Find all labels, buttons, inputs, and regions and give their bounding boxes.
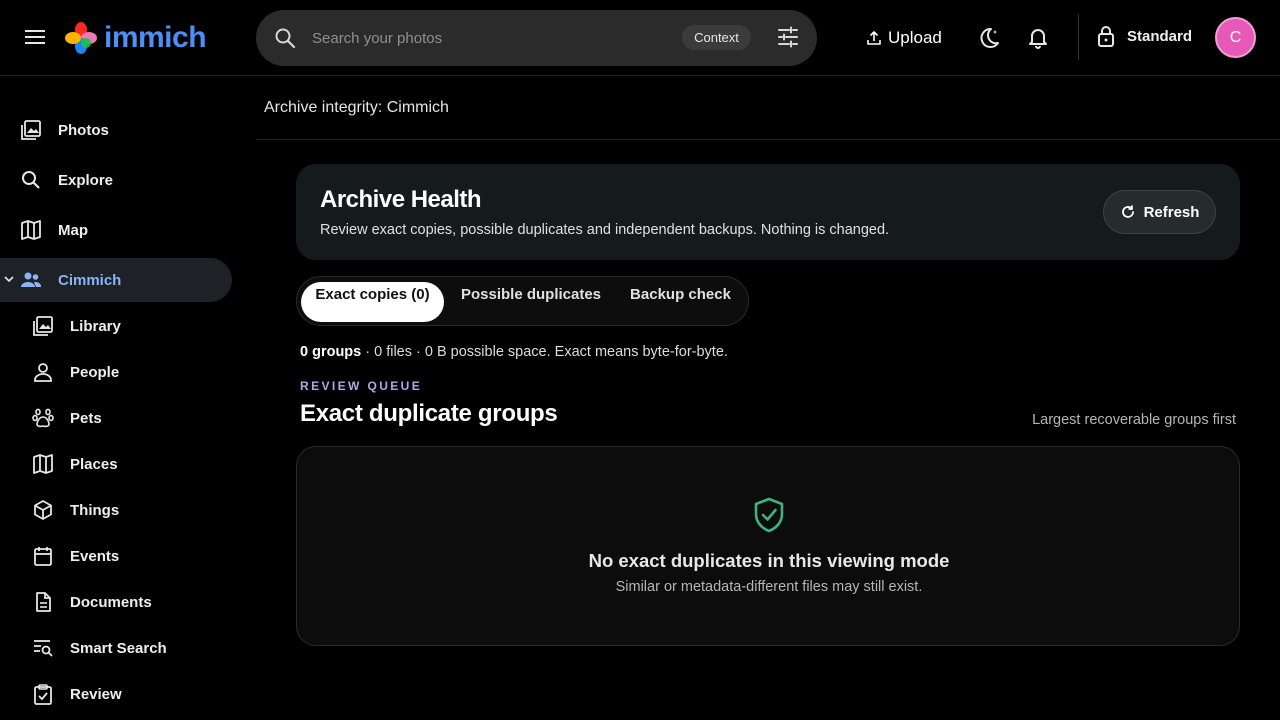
sidebar-item-label: Pets [70,409,102,427]
document-icon [36,592,51,612]
upload-button[interactable]: Upload [866,24,942,52]
refresh-button[interactable]: Refresh [1103,190,1216,234]
search-bar[interactable]: Context [256,10,817,66]
tab-bar: Exact copies (0) Possible duplicates Bac… [296,276,749,326]
sidebar-item-label: Places [70,455,118,473]
sidebar-item-label: Events [70,547,120,565]
cube-icon [34,500,52,520]
tab-backup-check[interactable]: Backup check [617,282,744,322]
immich-logo-icon [65,22,97,54]
sidebar-item-label: Explore [58,171,114,189]
sidebar-item-smart-search[interactable]: Smart Search [0,626,232,670]
sidebar-item-label: Review [70,685,122,703]
sidebar-item-label: Cimmich [58,271,122,289]
sidebar-item-label: People [70,363,120,381]
empty-state-title: No exact duplicates in this viewing mode [588,550,950,571]
sidebar-item-label: Library [70,317,121,335]
sidebar-item-places[interactable]: Places [0,442,232,486]
empty-state-subtitle: Similar or metadata-different files may … [615,579,923,595]
app-name: immich [104,21,207,54]
main-content: Archive integrity: Cimmich Archive Healt… [256,77,1280,720]
upload-label: Upload [888,28,942,47]
upload-icon [867,31,881,45]
stats-detail: · 0 files · 0 B possible space. Exact me… [361,344,728,360]
sidebar-item-events[interactable]: Events [0,534,232,578]
page-header: Archive integrity: Cimmich [256,77,1280,140]
sidebar-item-explore[interactable]: Explore [0,158,232,202]
theme-toggle-icon[interactable] [977,26,1001,50]
empty-state-card: No exact duplicates in this viewing mode… [296,446,1240,646]
sidebar-item-library[interactable]: Library [0,304,232,348]
sidebar-item-map[interactable]: Map [0,208,232,252]
search-icon [22,171,40,189]
clipboard-check-icon [34,684,52,705]
search-input[interactable] [312,26,672,50]
sidebar-item-label: Photos [58,121,109,139]
section-eyebrow: REVIEW QUEUE [300,379,423,393]
context-toggle[interactable]: Context [682,25,751,50]
map-icon [21,220,41,240]
sidebar-item-pets[interactable]: Pets [0,396,232,440]
notifications-icon[interactable] [1026,26,1050,50]
refresh-icon [1121,205,1134,218]
viewing-mode-label: Standard [1127,27,1193,45]
menu-icon[interactable] [24,26,46,48]
group-count: 0 groups [300,344,362,360]
filter-options-icon[interactable] [777,26,799,48]
tab-possible-duplicates[interactable]: Possible duplicates [453,282,609,322]
archive-health-card: Archive Health Review exact copies, poss… [296,164,1240,260]
sidebar-item-people[interactable]: People [0,350,232,394]
chevron-down-icon[interactable] [4,274,14,284]
archive-health-subtitle: Review exact copies, possible duplicates… [320,222,890,238]
sidebar-item-photos[interactable]: Photos [0,108,232,152]
person-icon [34,363,52,382]
header-divider [1078,14,1079,60]
refresh-label: Refresh [1143,203,1200,221]
library-icon [33,316,53,336]
paw-icon [32,408,54,428]
sidebar-item-label: Map [58,221,88,239]
sidebar-item-label: Documents [70,593,152,611]
page-title: Archive integrity: Cimmich [264,99,449,116]
lock-icon [1098,26,1114,47]
sidebar-item-things[interactable]: Things [0,488,232,532]
user-avatar[interactable]: C [1215,17,1256,58]
tab-exact-copies[interactable]: Exact copies (0) [301,282,444,322]
sidebar: Photos Explore Map Cimmich Library Peopl… [0,77,256,720]
sidebar-item-cimmich[interactable]: Cimmich [0,258,232,302]
sidebar-item-review[interactable]: Review [0,672,232,716]
map-icon [33,454,53,474]
sidebar-item-documents[interactable]: Documents [0,580,232,624]
shield-check-icon [754,497,784,533]
smart-search-icon [34,640,53,657]
calendar-icon [34,547,52,566]
photos-icon [21,120,41,140]
search-icon[interactable] [274,27,296,49]
sort-note: Largest recoverable groups first [1032,412,1236,428]
app-logo[interactable]: immich [64,20,207,56]
duplicate-stats: 0 groups · 0 files · 0 B possible space.… [300,344,728,360]
sidebar-item-label: Smart Search [70,639,167,657]
archive-health-title: Archive Health [320,186,482,213]
top-bar: immich Context Upload [0,0,1280,76]
section-title: Exact duplicate groups [300,400,558,427]
viewing-mode-button[interactable]: Standard [1097,24,1192,48]
people-group-icon [21,272,42,287]
sidebar-item-label: Things [70,501,120,519]
